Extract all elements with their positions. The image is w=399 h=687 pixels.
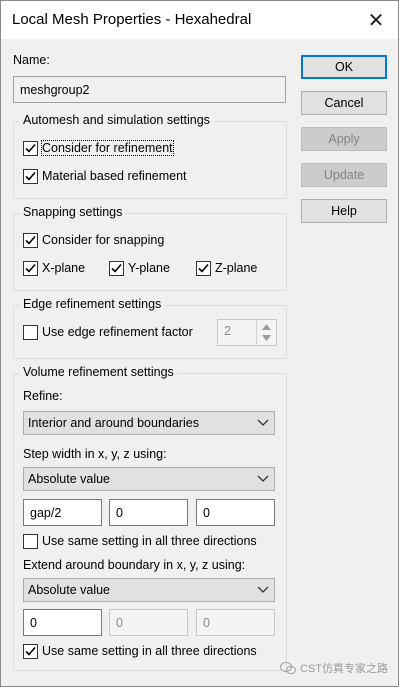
dialog-title: Local Mesh Properties - Hexahedral bbox=[12, 11, 252, 28]
extend-same-checkbox[interactable] bbox=[23, 644, 38, 659]
extend-same-label[interactable]: Use same setting in all three directions bbox=[42, 644, 257, 658]
extend-boundary-label: Extend around boundary in x, y, z using: bbox=[23, 558, 246, 572]
checkmark-icon bbox=[25, 171, 36, 181]
name-label: Name: bbox=[13, 53, 50, 67]
close-button[interactable]: ✕ bbox=[354, 1, 398, 39]
edge-factor-spinner[interactable]: 2 bbox=[217, 319, 277, 346]
snapping-group-title: Snapping settings bbox=[20, 205, 126, 219]
step-same-label[interactable]: Use same setting in all three directions bbox=[42, 534, 257, 548]
wechat-icon bbox=[280, 662, 296, 675]
help-button[interactable]: Help bbox=[301, 199, 387, 223]
consider-refinement-label[interactable]: Consider for refinement bbox=[41, 140, 174, 156]
checkmark-icon bbox=[25, 263, 36, 273]
chevron-down-icon bbox=[257, 419, 269, 426]
step-width-select[interactable]: Absolute value bbox=[23, 467, 275, 491]
spin-down-icon[interactable] bbox=[262, 335, 271, 341]
step-y-input[interactable]: 0 bbox=[109, 499, 188, 526]
edge-factor-checkbox[interactable] bbox=[23, 325, 38, 340]
z-plane-checkbox[interactable] bbox=[196, 261, 211, 276]
cancel-button[interactable]: Cancel bbox=[301, 91, 387, 115]
automesh-group bbox=[13, 121, 287, 199]
consider-snapping-checkbox[interactable] bbox=[23, 233, 38, 248]
refine-select-value: Interior and around boundaries bbox=[28, 416, 199, 430]
spin-up-icon[interactable] bbox=[262, 324, 271, 330]
ok-button[interactable]: OK bbox=[301, 55, 387, 79]
snapping-group bbox=[13, 213, 287, 291]
spinner-buttons[interactable] bbox=[256, 320, 276, 345]
checkmark-icon bbox=[25, 143, 36, 153]
edge-refinement-group-title: Edge refinement settings bbox=[20, 297, 165, 311]
volume-refinement-group-title: Volume refinement settings bbox=[20, 365, 177, 379]
step-x-input[interactable]: gap/2 bbox=[23, 499, 102, 526]
edge-factor-label[interactable]: Use edge refinement factor bbox=[42, 325, 193, 339]
automesh-group-title: Automesh and simulation settings bbox=[20, 113, 213, 127]
apply-button[interactable]: Apply bbox=[301, 127, 387, 151]
y-plane-checkbox[interactable] bbox=[109, 261, 124, 276]
close-icon: ✕ bbox=[367, 9, 385, 32]
extend-z-input[interactable]: 0 bbox=[196, 609, 275, 636]
z-plane-label[interactable]: Z-plane bbox=[215, 261, 257, 275]
material-refinement-checkbox[interactable] bbox=[23, 169, 38, 184]
checkmark-icon bbox=[111, 263, 122, 273]
title-bar[interactable]: Local Mesh Properties - Hexahedral ✕ bbox=[1, 1, 398, 39]
extend-x-input[interactable]: 0 bbox=[23, 609, 102, 636]
consider-snapping-label[interactable]: Consider for snapping bbox=[42, 233, 164, 247]
update-button[interactable]: Update bbox=[301, 163, 387, 187]
watermark: CST仿真专家之路 bbox=[280, 660, 388, 676]
extend-y-input[interactable]: 0 bbox=[109, 609, 188, 636]
step-z-input[interactable]: 0 bbox=[196, 499, 275, 526]
chevron-down-icon bbox=[257, 475, 269, 482]
extend-boundary-select[interactable]: Absolute value bbox=[23, 578, 275, 602]
x-plane-label[interactable]: X-plane bbox=[42, 261, 85, 275]
refine-label: Refine: bbox=[23, 389, 63, 403]
checkmark-icon bbox=[198, 263, 209, 273]
material-refinement-label[interactable]: Material based refinement bbox=[42, 169, 187, 183]
extend-boundary-select-value: Absolute value bbox=[28, 583, 111, 597]
dialog-window: Local Mesh Properties - Hexahedral ✕ Nam… bbox=[0, 0, 399, 687]
checkmark-icon bbox=[25, 646, 36, 656]
name-field[interactable]: meshgroup2 bbox=[13, 76, 286, 103]
consider-refinement-checkbox[interactable] bbox=[23, 141, 38, 156]
step-same-checkbox[interactable] bbox=[23, 534, 38, 549]
chevron-down-icon bbox=[257, 586, 269, 593]
step-width-label: Step width in x, y, z using: bbox=[23, 447, 167, 461]
checkmark-icon bbox=[25, 235, 36, 245]
edge-factor-value: 2 bbox=[224, 324, 231, 338]
y-plane-label[interactable]: Y-plane bbox=[128, 261, 170, 275]
watermark-text: CST仿真专家之路 bbox=[300, 663, 388, 675]
step-width-select-value: Absolute value bbox=[28, 472, 111, 486]
x-plane-checkbox[interactable] bbox=[23, 261, 38, 276]
refine-select[interactable]: Interior and around boundaries bbox=[23, 411, 275, 435]
